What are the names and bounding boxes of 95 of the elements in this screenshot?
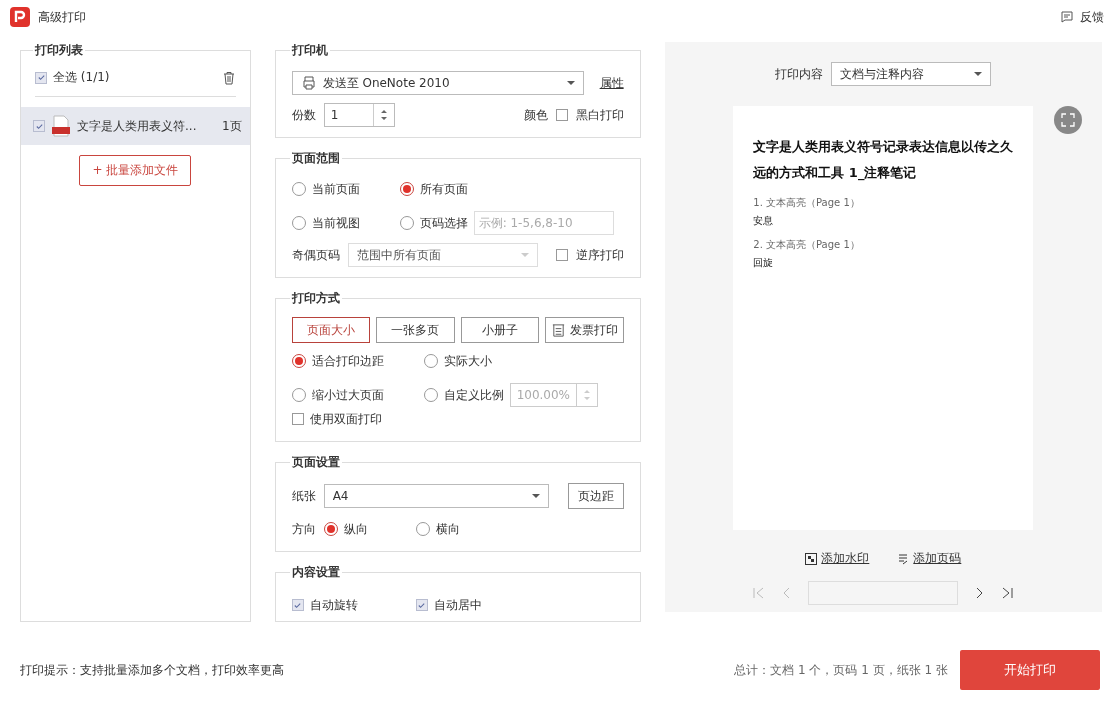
checkbox-label: 逆序打印: [575, 246, 624, 264]
checkbox[interactable]: [415, 599, 428, 611]
receipt-icon: [550, 322, 566, 338]
note-text: 回旋: [753, 256, 775, 270]
page-count: 1页: [222, 117, 242, 135]
last-page-icon[interactable]: [1000, 586, 1015, 600]
section-title: 打印列表: [34, 42, 84, 59]
checkmark-icon: [293, 600, 303, 610]
radio-button[interactable]: [423, 388, 438, 402]
section-title: 内容设置: [290, 564, 341, 581]
checkbox-label: 使用双面打印: [309, 410, 382, 428]
watermark-icon: [805, 552, 818, 565]
properties-link[interactable]: 属性: [599, 74, 624, 92]
radio-button[interactable]: [423, 354, 438, 368]
print-content-dropdown[interactable]: 文档与注释内容: [831, 62, 992, 86]
add-files-button[interactable]: + 批量添加文件: [79, 155, 192, 186]
checkmark-icon: [36, 73, 46, 82]
odd-even-label: 奇偶页码: [291, 246, 340, 264]
checkbox[interactable]: [555, 249, 568, 261]
radio-button[interactable]: [291, 354, 306, 368]
add-page-number-link[interactable]: 添加页码: [897, 550, 962, 567]
note-text: 安息: [753, 214, 775, 228]
mode-button[interactable]: 小册子: [460, 317, 540, 343]
checkbox[interactable]: [555, 109, 568, 121]
checkbox[interactable]: [291, 599, 304, 611]
print-tip: 打印提示：支持批量添加多个文档，打印效率更高: [20, 661, 284, 679]
color-label: 颜色: [523, 106, 548, 124]
orientation-label: 方向: [291, 520, 316, 538]
caret-icon: [566, 81, 575, 85]
app-logo-icon: [10, 7, 30, 27]
add-watermark-link[interactable]: 添加水印: [805, 550, 870, 567]
checkbox[interactable]: [35, 71, 47, 84]
caret-icon: [531, 494, 540, 498]
radio-label: 所有页面: [419, 180, 468, 198]
window-title: 高级打印: [38, 8, 86, 26]
radio-label: 适合打印边距: [311, 352, 384, 370]
radio-label: 纵向: [343, 520, 368, 538]
copies-spinner[interactable]: 1: [323, 103, 395, 127]
radio-button[interactable]: [323, 522, 338, 536]
checkbox[interactable]: [291, 413, 304, 425]
printer-dropdown[interactable]: 发送至 OneNote 2010: [291, 71, 584, 95]
checkmark-icon: [417, 600, 427, 610]
radio-label: 缩小过大页面: [311, 386, 384, 404]
file-row[interactable]: 文字是人类用表义符... 1页: [21, 107, 250, 145]
radio-label: 横向: [435, 520, 460, 538]
section-title: 打印机: [290, 42, 329, 59]
section-title: 页面范围: [290, 150, 341, 167]
section-title: 页面设置: [290, 454, 341, 471]
checkbox[interactable]: [33, 120, 45, 132]
page-numbers-field[interactable]: 示例: 1-5,6,8-10: [473, 211, 614, 235]
mode-button[interactable]: 页面大小: [291, 317, 371, 343]
paper-dropdown[interactable]: A4: [323, 484, 549, 508]
margins-button[interactable]: 页边距: [567, 483, 624, 509]
radio-button[interactable]: [399, 182, 414, 196]
radio-button[interactable]: [291, 388, 306, 402]
checkbox-label: 黑白打印: [575, 106, 624, 124]
checkmark-icon: [34, 121, 44, 131]
paper-label: 纸张: [291, 487, 316, 505]
page-number-icon: [897, 552, 910, 565]
spinner-arrows-icon: [583, 388, 591, 402]
printer-icon: [300, 75, 317, 91]
odd-even-dropdown[interactable]: 范围中所有页面: [347, 243, 538, 267]
print-content-label: 打印内容: [775, 65, 824, 83]
feedback-icon: [1060, 10, 1074, 24]
mode-button[interactable]: 发票打印: [545, 317, 624, 343]
caret-icon: [520, 253, 529, 257]
file-name: 文字是人类用表义符...: [77, 117, 197, 135]
page-number-field[interactable]: [808, 581, 959, 605]
copies-label: 份数: [291, 106, 316, 124]
radio-button[interactable]: [291, 182, 306, 196]
radio-button[interactable]: [415, 522, 430, 536]
radio-label: 当前页面: [311, 180, 360, 198]
start-print-button[interactable]: 开始打印: [960, 650, 1100, 690]
radio-label: 当前视图: [311, 214, 360, 232]
select-all-label: 全选 (1/1): [53, 69, 110, 86]
fullscreen-button[interactable]: [1054, 106, 1082, 134]
note-heading: 2. 文本高亮（Page 1）: [753, 238, 861, 252]
fullscreen-icon: [1060, 112, 1076, 128]
trash-icon[interactable]: [221, 70, 236, 85]
radio-label: 自定义比例: [443, 386, 504, 404]
document-title: 文字是人类用表义符号记录表达信息以传之久远的方式和工具 1_注释笔记: [753, 138, 1014, 183]
spinner-arrows-icon: [379, 108, 388, 122]
note-heading: 1. 文本高亮（Page 1）: [753, 196, 861, 210]
mode-button[interactable]: 一张多页: [376, 317, 455, 343]
radio-label: 实际大小: [443, 352, 492, 370]
caret-icon: [974, 72, 983, 76]
feedback-button[interactable]: 反馈: [1060, 8, 1104, 26]
pdf-file-icon: [51, 115, 71, 137]
checkbox-label: 自动旋转: [309, 596, 358, 614]
radio-label: 页码选择: [419, 214, 468, 232]
radio-button[interactable]: [399, 216, 414, 230]
print-summary: 总计：文档 1 个，页码 1 页，纸张 1 张: [734, 661, 948, 679]
section-title: 打印方式: [290, 290, 341, 307]
radio-button[interactable]: [291, 216, 306, 230]
checkbox-label: 自动居中: [433, 596, 482, 614]
